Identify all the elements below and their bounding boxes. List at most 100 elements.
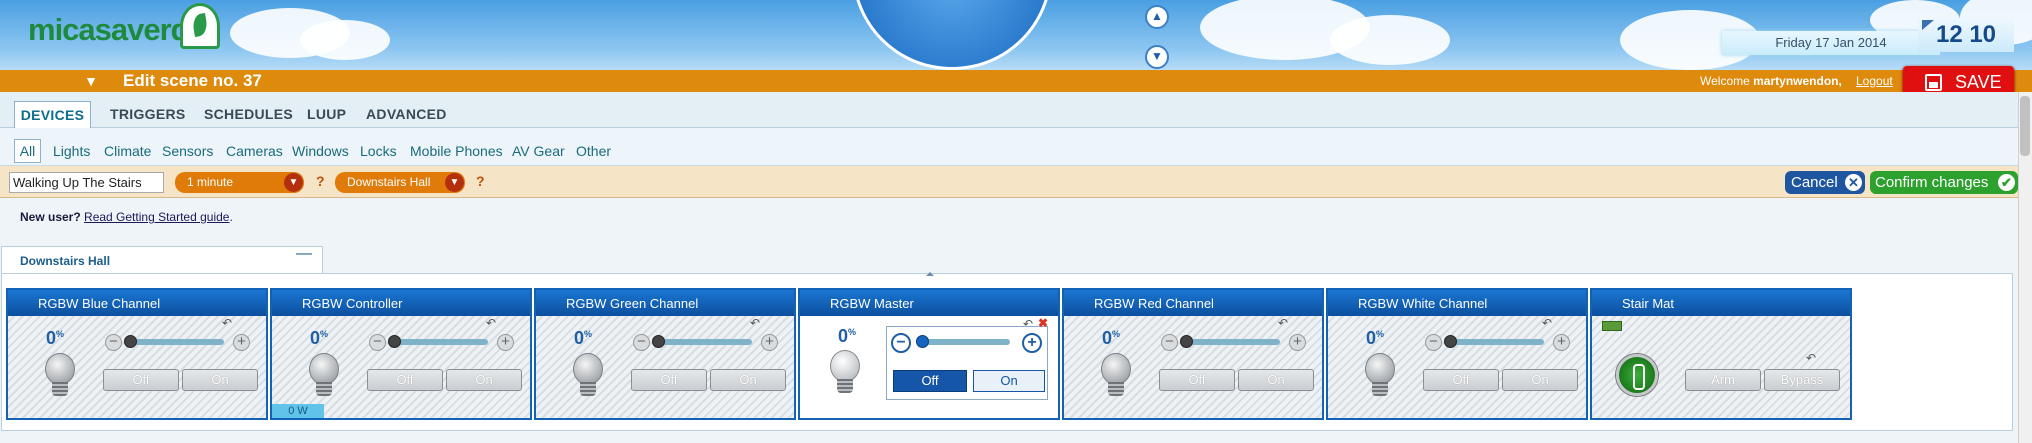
date-display: Friday 17 Jan 2014 xyxy=(1722,31,1940,55)
dimmer-slider[interactable] xyxy=(656,339,752,345)
on-button[interactable]: On xyxy=(182,369,258,391)
tab-advanced[interactable]: ADVANCED xyxy=(366,104,447,124)
level-unit: % xyxy=(1376,329,1385,339)
plus-icon[interactable]: + xyxy=(233,334,250,351)
undo-icon[interactable]: ↶ xyxy=(750,317,764,329)
dimmer-slider[interactable] xyxy=(1448,339,1544,345)
off-button[interactable]: Off xyxy=(1159,369,1235,391)
device-card-rgbw-controller: RGBW Controller ↶ 0% − + Off On 0 W xyxy=(270,288,532,420)
close-icon: ✕ xyxy=(1845,174,1862,191)
bulb-base-icon xyxy=(1372,382,1388,396)
room-help-icon[interactable]: ? xyxy=(476,173,485,189)
slider-handle[interactable] xyxy=(1180,335,1193,348)
minus-icon[interactable]: − xyxy=(1161,334,1178,351)
on-button[interactable]: On xyxy=(710,369,786,391)
tab-climate[interactable]: Climate xyxy=(104,143,151,159)
undo-icon[interactable]: ↶ xyxy=(1023,317,1033,331)
tab-av-gear[interactable]: AV Gear xyxy=(512,143,565,159)
slider-handle[interactable] xyxy=(388,335,401,348)
confirm-label: Confirm changes xyxy=(1875,174,1989,191)
check-icon: ✔ xyxy=(1998,174,2015,191)
tab-luup[interactable]: LUUP xyxy=(307,104,346,124)
off-button[interactable]: Off xyxy=(893,370,967,392)
slider-handle[interactable] xyxy=(124,335,137,348)
flag-icon xyxy=(1922,20,1934,30)
level-value: 0 xyxy=(1102,328,1113,348)
minus-icon[interactable]: − xyxy=(1425,334,1442,351)
room-dropdown[interactable]: Downstairs Hall ▼ xyxy=(335,172,465,193)
panel-scroll-up-icon[interactable] xyxy=(926,272,934,276)
tab-devices[interactable]: DEVICES xyxy=(14,101,91,128)
minus-icon[interactable]: − xyxy=(369,334,386,351)
level-readout: 0% xyxy=(838,326,856,347)
plus-icon[interactable]: + xyxy=(1289,334,1306,351)
level-value: 0 xyxy=(1366,328,1377,348)
device-card-rgbw-green: RGBW Green Channel ↶ 0% − + Off On xyxy=(534,288,796,420)
slider-handle[interactable] xyxy=(652,335,665,348)
cancel-button[interactable]: Cancel ✕ xyxy=(1785,171,1865,194)
level-readout: 0% xyxy=(1102,328,1120,349)
scene-name-input[interactable] xyxy=(9,172,164,193)
device-name: RGBW Green Channel xyxy=(536,290,794,316)
delay-dropdown[interactable]: 1 minute ▼ xyxy=(175,172,304,193)
undo-icon[interactable]: ↶ xyxy=(1542,317,1556,329)
close-icon[interactable]: ✖ xyxy=(1038,316,1048,330)
leaf-logo-icon xyxy=(180,3,220,49)
minus-icon[interactable]: − xyxy=(105,334,122,351)
save-label: SAVE xyxy=(1955,72,2002,92)
scroll-down-icon[interactable]: ▼ xyxy=(1145,45,1169,69)
scroll-up-icon[interactable]: ▲ xyxy=(1145,5,1169,29)
bypass-button[interactable]: Bypass xyxy=(1764,369,1840,391)
bulb-icon xyxy=(309,353,339,385)
getting-started-link[interactable]: Read Getting Started guide xyxy=(84,210,229,224)
dimmer-slider[interactable] xyxy=(1184,339,1280,345)
tab-cameras[interactable]: Cameras xyxy=(226,143,283,159)
save-icon xyxy=(1925,74,1942,91)
tab-schedules[interactable]: SCHEDULES xyxy=(204,104,293,124)
logout-link[interactable]: Logout xyxy=(1856,74,1893,88)
tab-lights[interactable]: Lights xyxy=(53,143,90,159)
plus-icon[interactable]: + xyxy=(1022,333,1042,353)
dimmer-slider[interactable] xyxy=(128,339,224,345)
slider-handle[interactable] xyxy=(1444,335,1457,348)
plus-icon[interactable]: + xyxy=(761,334,778,351)
plus-icon[interactable]: + xyxy=(497,334,514,351)
confirm-changes-button[interactable]: Confirm changes ✔ xyxy=(1870,171,2018,194)
tab-other[interactable]: Other xyxy=(576,143,611,159)
tab-windows[interactable]: Windows xyxy=(292,143,349,159)
bulb-icon xyxy=(45,353,75,385)
on-button[interactable]: On xyxy=(1502,369,1578,391)
off-button[interactable]: Off xyxy=(103,369,179,391)
delay-help-icon[interactable]: ? xyxy=(316,173,325,189)
off-button[interactable]: Off xyxy=(1423,369,1499,391)
minus-icon[interactable]: − xyxy=(891,333,911,353)
undo-icon[interactable]: ↶ xyxy=(1278,317,1292,329)
plus-icon[interactable]: + xyxy=(1553,334,1570,351)
device-name: RGBW Master xyxy=(800,290,1058,316)
on-button[interactable]: On xyxy=(973,370,1045,392)
slider-handle[interactable] xyxy=(916,335,929,348)
tab-mobile-phones[interactable]: Mobile Phones xyxy=(410,143,503,159)
tab-sensors[interactable]: Sensors xyxy=(162,143,213,159)
undo-icon[interactable]: ↶ xyxy=(1806,352,1820,364)
arm-button[interactable]: Arm xyxy=(1685,369,1761,391)
logo: micasaverde xyxy=(28,12,206,47)
chevron-down-icon[interactable]: ▼ xyxy=(82,72,100,90)
dimmer-slider[interactable] xyxy=(392,339,488,345)
scrollbar-thumb[interactable] xyxy=(2020,96,2030,156)
on-button[interactable]: On xyxy=(446,369,522,391)
undo-icon[interactable]: ↶ xyxy=(222,317,236,329)
bulb-base-icon xyxy=(580,382,596,396)
minus-icon[interactable]: − xyxy=(633,334,650,351)
collapse-icon[interactable]: — xyxy=(296,246,312,263)
level-unit: % xyxy=(320,329,329,339)
undo-icon[interactable]: ↶ xyxy=(486,317,500,329)
on-button[interactable]: On xyxy=(1238,369,1314,391)
dimmer-slider[interactable] xyxy=(920,339,1010,345)
tab-locks[interactable]: Locks xyxy=(360,143,397,159)
bulb-base-icon xyxy=(316,382,332,396)
tab-all[interactable]: All xyxy=(14,139,41,163)
off-button[interactable]: Off xyxy=(367,369,443,391)
tab-triggers[interactable]: TRIGGERS xyxy=(110,104,186,124)
off-button[interactable]: Off xyxy=(631,369,707,391)
